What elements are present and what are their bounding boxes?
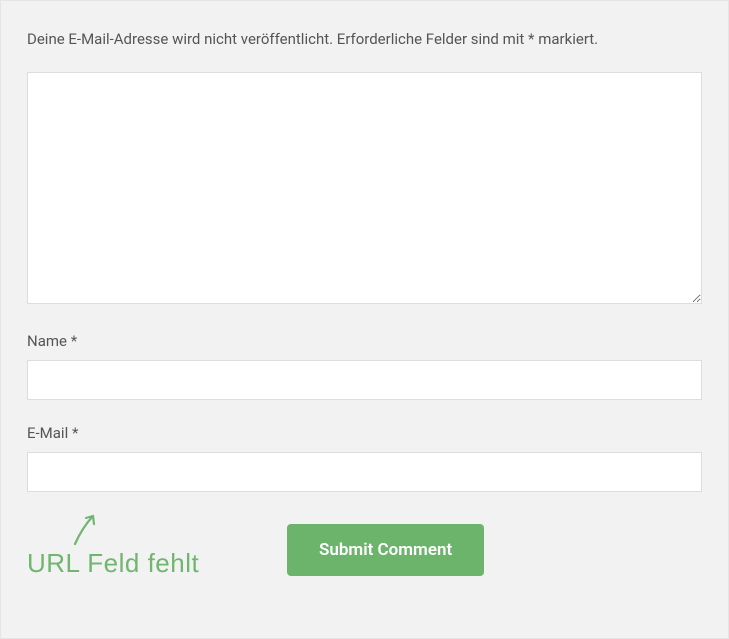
- form-notice: Deine E-Mail-Adresse wird nicht veröffen…: [27, 29, 702, 50]
- annotation-text: URL Feld fehlt: [27, 548, 267, 579]
- comment-form: Deine E-Mail-Adresse wird nicht veröffen…: [0, 0, 729, 639]
- arrow-icon: [67, 510, 107, 550]
- email-input[interactable]: [27, 452, 702, 492]
- email-label: E-Mail *: [27, 424, 702, 442]
- email-field-block: E-Mail *: [27, 424, 702, 492]
- bottom-row: URL Feld fehlt Submit Comment: [27, 520, 702, 579]
- name-label: Name *: [27, 332, 702, 350]
- name-field-block: Name *: [27, 332, 702, 400]
- comment-textarea[interactable]: [27, 72, 702, 304]
- name-input[interactable]: [27, 360, 702, 400]
- submit-button[interactable]: Submit Comment: [287, 524, 484, 576]
- annotation: URL Feld fehlt: [27, 520, 267, 579]
